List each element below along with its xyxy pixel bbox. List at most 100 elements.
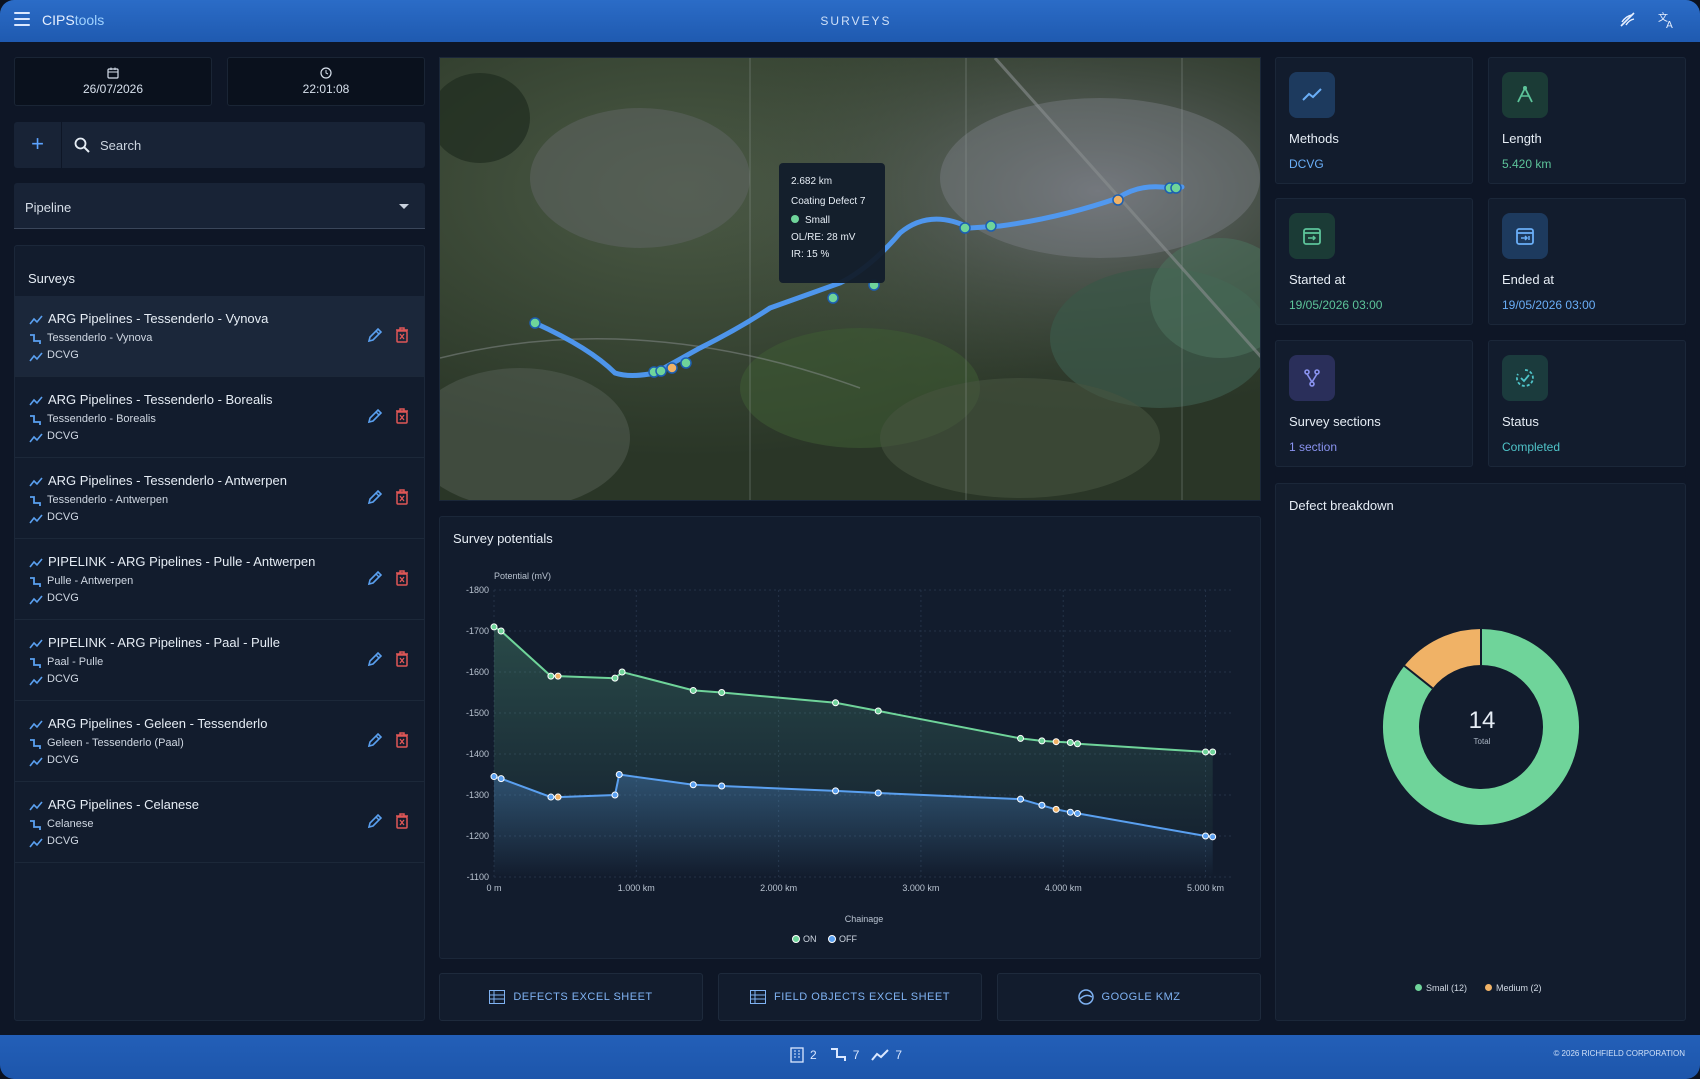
data-point[interactable] [1017,795,1025,803]
data-point[interactable] [611,674,619,682]
survey-method: DCVG [47,673,79,685]
field-objects-excel-button[interactable]: FIELD OBJECTS EXCEL SHEET [718,973,982,1021]
stat-ended-value: 19/05/2026 03:00 [1502,298,1596,312]
legend-marker-on[interactable] [792,935,800,943]
survey-list-item[interactable]: ARG Pipelines - Tessenderlo - Antwerpen T… [15,458,424,539]
delete-icon[interactable] [394,326,410,344]
data-point[interactable] [874,707,882,715]
data-point[interactable] [547,793,555,801]
no-signal-icon[interactable] [1618,10,1638,30]
data-point[interactable] [1202,748,1210,756]
app-frame: CIPStools SURVEYS 文A 26/07/2026 22:01:08… [0,0,1700,1079]
data-point[interactable] [1209,833,1217,841]
edit-icon[interactable] [366,650,384,668]
edit-icon[interactable] [366,731,384,749]
data-point[interactable] [832,699,840,707]
data-point[interactable] [1066,739,1074,747]
data-point[interactable] [718,782,726,790]
y-tick-label: -1200 [466,831,489,841]
search-input[interactable] [100,122,420,168]
data-point[interactable] [615,771,623,778]
data-point[interactable] [490,623,498,631]
x-tick-label: 1.000 km [618,883,655,893]
data-point[interactable] [1038,801,1046,809]
route-icon [30,658,41,668]
survey-list-item[interactable]: PIPELINK - ARG Pipelines - Paal - Pulle P… [15,620,424,701]
y-axis-label: Potential (mV) [494,571,551,581]
data-point[interactable] [554,793,562,801]
data-point[interactable] [832,787,840,795]
y-tick-label: -1300 [466,790,489,800]
survey-name: ARG Pipelines - Celanese [48,797,200,812]
survey-method: DCVG [47,511,79,523]
survey-list-item[interactable]: ARG Pipelines - Tessenderlo - Vynova Tess… [15,296,424,377]
data-point[interactable] [1038,737,1046,745]
edit-icon[interactable] [366,812,384,830]
data-point[interactable] [1052,738,1060,746]
data-point[interactable] [1209,748,1217,756]
tooltip-distance: 2.682 km [791,176,833,187]
defects-excel-button[interactable]: DEFECTS EXCEL SHEET [439,973,703,1021]
delete-icon[interactable] [394,731,410,749]
edit-icon[interactable] [366,569,384,587]
data-point[interactable] [1066,808,1074,816]
donut-slice[interactable] [1404,629,1482,689]
data-point[interactable] [1052,805,1060,813]
data-point[interactable] [554,672,562,680]
trend-icon [29,639,43,649]
data-point[interactable] [1017,734,1025,742]
legend-label-off[interactable]: OFF [839,934,857,944]
google-kmz-button[interactable]: GOOGLE KMZ [997,973,1261,1021]
edit-icon[interactable] [366,488,384,506]
delete-icon[interactable] [394,569,410,587]
legend-small[interactable]: Small (12) [1415,983,1467,993]
legend-marker-off[interactable] [828,935,836,943]
data-point[interactable] [497,775,505,783]
data-point[interactable] [497,627,505,635]
edit-icon[interactable] [366,407,384,425]
stat-methods-value: DCVG [1289,157,1324,171]
small-dot-icon [1415,984,1422,991]
data-point[interactable] [1073,740,1081,748]
edit-icon[interactable] [366,326,384,344]
data-point[interactable] [718,689,726,696]
legend-label-on[interactable]: ON [803,934,817,944]
x-tick-label: 3.000 km [902,883,939,893]
stat-status-value: Completed [1502,440,1561,454]
y-tick-label: -1100 [467,872,489,882]
delete-icon[interactable] [394,407,410,425]
survey-route: Tessenderlo - Antwerpen [47,494,169,506]
delete-icon[interactable] [394,488,410,506]
legend-medium[interactable]: Medium (2) [1485,983,1542,993]
translate-icon[interactable]: 文A [1657,10,1677,31]
potentials-chart[interactable]: -1800 -1700 -1600 -1500 -1400 -1300 -1200 -1100… [440,517,1260,958]
stat-length-value: 5.420 km [1502,157,1552,171]
data-point[interactable] [689,686,697,694]
data-point[interactable] [547,672,555,680]
survey-list-item[interactable]: ARG Pipelines - Celanese Celanese DCVG [15,782,424,863]
stat-status: Status Completed [1488,340,1686,467]
trend-icon [29,676,43,686]
survey-list-item[interactable]: ARG Pipelines - Tessenderlo - Borealis Te… [15,377,424,458]
delete-icon[interactable] [394,650,410,668]
data-point[interactable] [1073,809,1081,817]
y-tick-label: -1700 [466,626,489,636]
tooltip-defect: Coating Defect 7 [791,196,866,207]
svg-text:A: A [1666,20,1673,30]
data-point[interactable] [874,789,882,797]
data-point[interactable] [490,773,498,781]
data-point[interactable] [611,791,619,799]
pipeline-select[interactable]: Pipeline [14,183,425,229]
data-point[interactable] [618,668,626,676]
delete-icon[interactable] [394,812,410,830]
survey-list-item[interactable]: PIPELINK - ARG Pipelines - Pulle - Antwe… [15,539,424,620]
route-length-icon [1502,72,1548,118]
data-point[interactable] [1202,832,1210,840]
survey-list-item[interactable]: ARG Pipelines - Geleen - Tessenderlo Gele… [15,701,424,782]
tooltip-olre: OL/RE: 28 mV [791,232,856,243]
footer-bar: 2 7 7 © 2026 RICHFIELD CORPORATION [0,1035,1700,1079]
defect-donut-chart[interactable] [1276,484,1685,1020]
survey-name: PIPELINK - ARG Pipelines - Paal - Pulle [48,635,280,650]
data-point[interactable] [689,781,697,789]
add-survey-button[interactable]: + [14,122,62,168]
